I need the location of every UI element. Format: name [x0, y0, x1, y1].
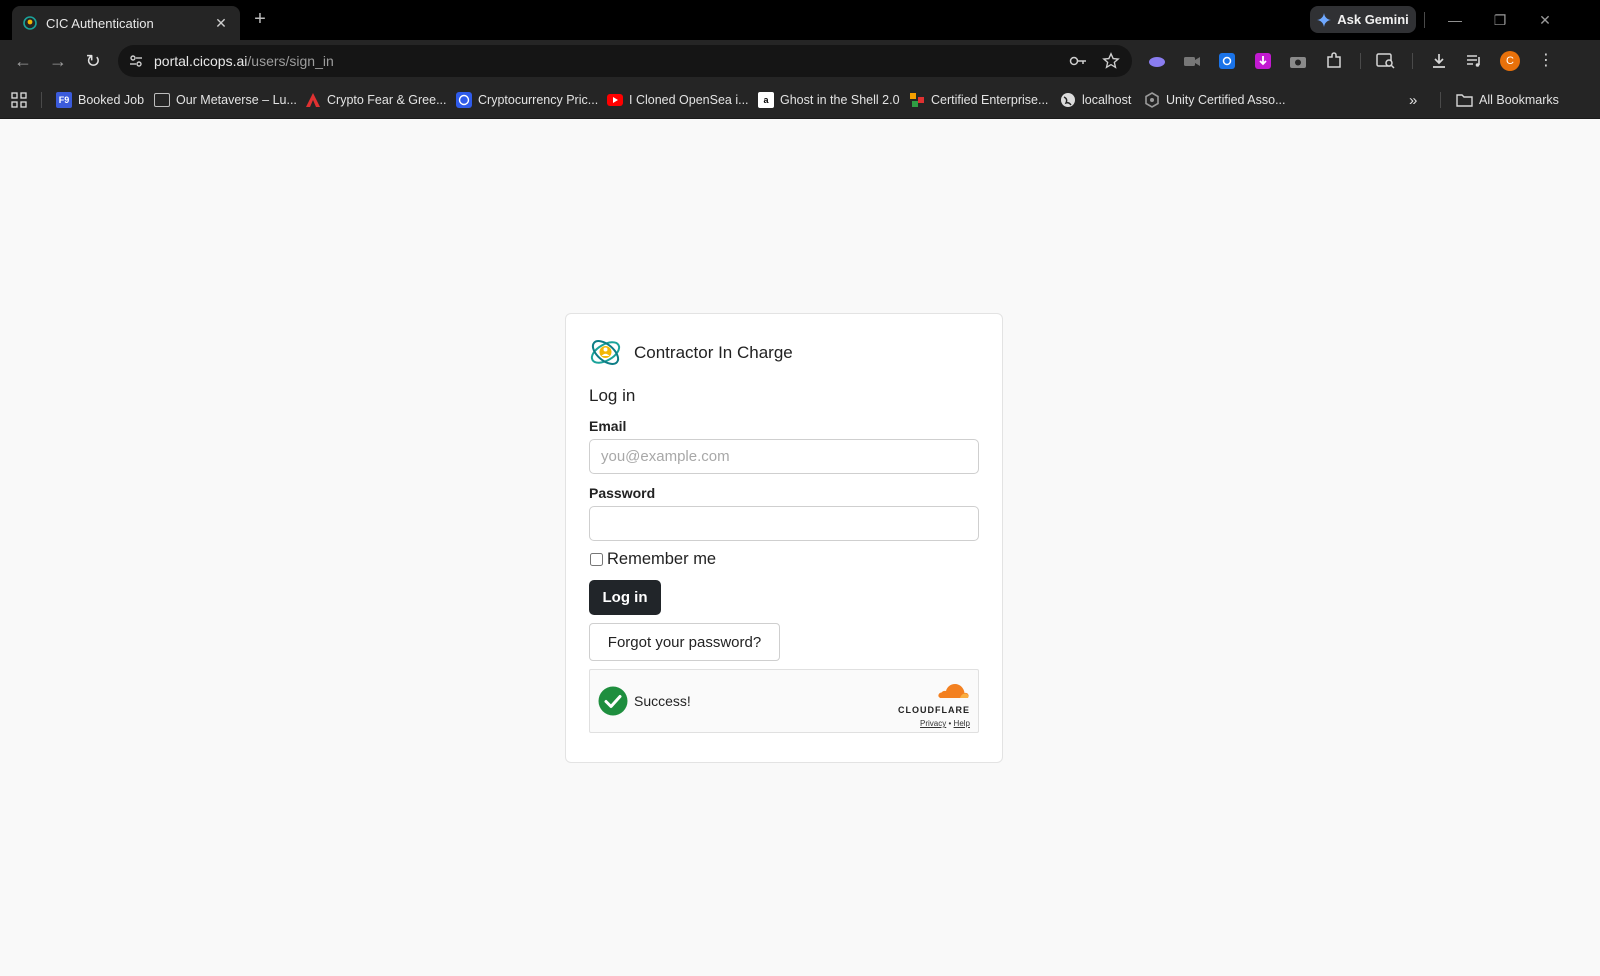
forgot-password-button[interactable]: Forgot your password?	[589, 623, 780, 661]
email-label: Email	[589, 418, 627, 434]
bookmark-label: I Cloned OpenSea i...	[629, 93, 749, 107]
browser-toolbar: ← → ↻ portal.cicops.ai/users/sign_in C ⋮	[0, 40, 1600, 82]
cloudflare-cloud-icon	[938, 684, 969, 698]
youtube-logo-icon	[607, 94, 623, 106]
bookmark-ghost-in-the-shell[interactable]: a Ghost in the Shell 2.0	[758, 90, 900, 110]
f9-logo-icon: F9	[56, 92, 72, 108]
login-button[interactable]: Log in	[589, 580, 661, 615]
site-settings-icon[interactable]	[124, 49, 148, 73]
cic-logo-icon	[590, 340, 621, 365]
extension-cloud-icon[interactable]	[1147, 51, 1167, 71]
coinmarketcap-logo-icon	[456, 92, 472, 108]
bookmark-cryptocurrency-prices[interactable]: Cryptocurrency Pric...	[456, 90, 598, 110]
globe-icon	[1061, 93, 1075, 107]
bookmark-label: Ghost in the Shell 2.0	[780, 93, 900, 107]
metaverse-logo-icon	[154, 93, 170, 107]
back-arrow-icon[interactable]: ←	[12, 50, 34, 72]
password-key-icon[interactable]	[1068, 51, 1088, 71]
help-link[interactable]: Help	[954, 719, 970, 728]
cloudflare-logo: CLOUDFLARE Privacy • Help	[896, 682, 970, 728]
multicolor-logo-icon	[910, 93, 924, 107]
remember-me-checkbox[interactable]	[590, 553, 603, 566]
password-label: Password	[589, 485, 656, 501]
bookmark-label: Cryptocurrency Pric...	[478, 93, 599, 107]
media-controls-icon[interactable]	[1464, 51, 1484, 71]
extensions-puzzle-icon[interactable]	[1324, 51, 1344, 71]
bookmark-crypto-fear-greed[interactable]: Crypto Fear & Gree...	[305, 90, 446, 110]
bookmark-unity-certified[interactable]: Unity Certified Asso...	[1144, 90, 1286, 110]
bookmark-i-cloned-opensea[interactable]: I Cloned OpenSea i...	[607, 90, 749, 110]
brand-name: Contractor In Charge	[634, 342, 793, 362]
bookmark-localhost[interactable]: localhost	[1060, 90, 1131, 110]
bookmark-star-icon[interactable]	[1102, 52, 1120, 70]
minimize-icon[interactable]: —	[1441, 8, 1469, 32]
red-a-logo-icon	[306, 93, 320, 107]
search-tabs-icon[interactable]	[1376, 51, 1396, 71]
extension-blue-gear-icon[interactable]	[1217, 51, 1237, 71]
links-separator: •	[948, 719, 952, 728]
email-field[interactable]	[589, 439, 979, 474]
bookmark-label: localhost	[1082, 93, 1132, 107]
reload-icon[interactable]: ↻	[82, 50, 104, 72]
bookmark-our-metaverse[interactable]: Our Metaverse – Lu...	[154, 90, 297, 110]
titlebar-divider	[1424, 12, 1425, 28]
bookmark-label: Unity Certified Asso...	[1166, 93, 1286, 107]
bookmark-label: Booked Job	[78, 93, 145, 107]
active-tab[interactable]: CIC Authentication ✕	[12, 6, 240, 40]
bookmarks-bar: F9 Booked Job Our Metaverse – Lu... Cryp…	[0, 82, 1600, 119]
bookmarks-divider	[41, 92, 42, 108]
restore-icon[interactable]: ❐	[1486, 8, 1514, 32]
extension-camera-icon[interactable]	[1288, 51, 1308, 71]
tab-close-icon[interactable]: ✕	[212, 15, 230, 32]
password-field[interactable]	[589, 506, 979, 541]
remember-me-label: Remember me	[607, 550, 717, 568]
more-bookmarks-chevron-icon[interactable]: »	[1409, 90, 1417, 110]
url-path: /users/sign_in	[247, 53, 334, 69]
brand-header: Contractor In Charge	[589, 336, 793, 369]
url-text: portal.cicops.ai/users/sign_in	[154, 53, 334, 69]
extension-download-icon[interactable]	[1253, 51, 1273, 71]
ask-gemini-label: Ask Gemini	[1337, 12, 1409, 27]
cloudflare-wordmark: CLOUDFLARE	[898, 705, 970, 715]
forward-arrow-icon[interactable]: →	[47, 50, 69, 72]
bookmark-label: Certified Enterprise...	[931, 93, 1049, 107]
success-check-icon	[598, 686, 628, 716]
toolbar-divider	[1360, 53, 1361, 69]
bookmark-label: Crypto Fear & Gree...	[327, 93, 447, 107]
gemini-sparkle-icon	[1317, 12, 1332, 27]
bookmark-label: Our Metaverse – Lu...	[176, 93, 297, 107]
folder-icon	[1456, 94, 1473, 107]
login-card: Contractor In Charge Log in Email Passwo…	[565, 313, 1003, 763]
page-title: Log in	[589, 386, 636, 405]
privacy-link[interactable]: Privacy	[920, 719, 946, 728]
turnstile-links: Privacy • Help	[896, 719, 970, 728]
bookmark-booked-job[interactable]: F9 Booked Job	[56, 90, 144, 110]
bookmarks-divider	[1440, 92, 1441, 108]
profile-avatar[interactable]: C	[1500, 51, 1520, 71]
remember-me-row[interactable]: Remember me	[589, 550, 716, 569]
turnstile-status: Success!	[634, 693, 691, 709]
url-host: portal.cicops.ai	[154, 53, 248, 69]
amazon-logo-icon: a	[758, 92, 774, 108]
address-bar[interactable]: portal.cicops.ai/users/sign_in	[118, 45, 1132, 77]
browser-titlebar: CIC Authentication ✕ + Ask Gemini — ❐ ✕	[0, 0, 1600, 40]
browser-menu-icon[interactable]: ⋮	[1535, 50, 1557, 72]
cloudflare-turnstile-widget: Success! CLOUDFLARE Privacy • Help	[589, 669, 979, 733]
bookmark-certified-enterprise[interactable]: Certified Enterprise...	[909, 90, 1048, 110]
all-bookmarks-button[interactable]: All Bookmarks	[1456, 90, 1559, 110]
downloads-icon[interactable]	[1429, 51, 1449, 71]
all-bookmarks-label: All Bookmarks	[1479, 93, 1559, 107]
apps-grid-icon[interactable]	[11, 90, 27, 110]
site-favicon-icon	[22, 15, 38, 31]
toolbar-divider	[1412, 53, 1413, 69]
extension-video-icon[interactable]	[1182, 51, 1202, 71]
ask-gemini-button[interactable]: Ask Gemini	[1310, 6, 1416, 33]
unity-logo-icon	[1145, 92, 1159, 108]
tab-title: CIC Authentication	[46, 15, 154, 31]
window-close-icon[interactable]: ✕	[1531, 8, 1559, 32]
new-tab-button[interactable]: +	[250, 9, 270, 29]
